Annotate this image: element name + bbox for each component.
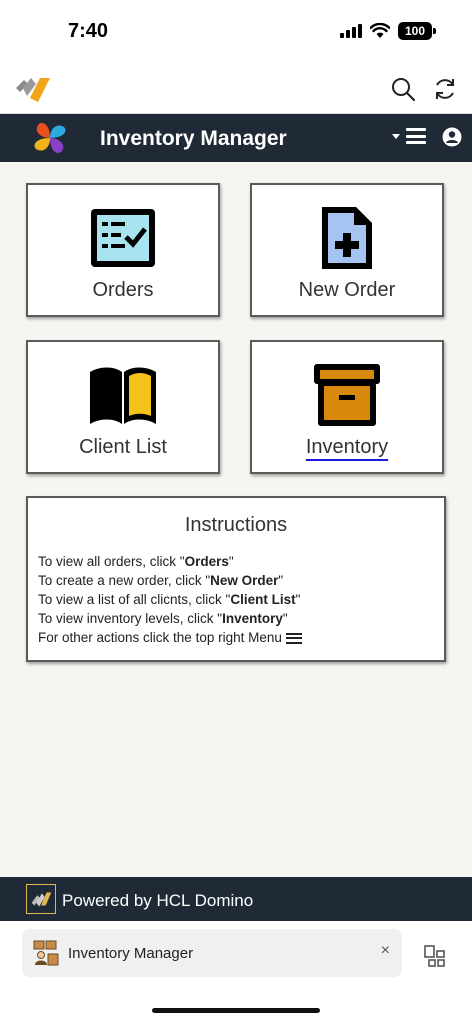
inventory-tile[interactable]: Inventory — [250, 340, 444, 474]
new-document-icon — [322, 207, 372, 269]
volt-app-logo-icon — [34, 122, 66, 154]
home-indicator[interactable] — [152, 1008, 320, 1013]
battery-icon: 100 — [398, 22, 436, 40]
instructions-title: Instructions — [184, 514, 288, 536]
clipboard-checklist-icon — [91, 209, 155, 267]
hcl-domino-logo-icon — [26, 884, 56, 914]
orders-tile[interactable]: Orders — [26, 183, 220, 317]
instruction-line: To create a new order, click "New Order" — [38, 573, 284, 588]
search-icon[interactable] — [390, 76, 416, 102]
app-navbar: Inventory Manager — [0, 114, 472, 162]
domino-nomad-logo-icon — [16, 78, 50, 102]
new-order-tile[interactable]: New Order — [250, 183, 444, 317]
cellular-signal-icon — [340, 24, 362, 38]
tab-switcher-icon[interactable] — [424, 945, 446, 967]
instructions-panel: Instructions To view all orders, click "… — [26, 496, 446, 662]
footer-bar: Powered by HCL Domino — [0, 877, 472, 921]
inventory-label: Inventory — [305, 436, 389, 458]
orders-label: Orders — [92, 279, 154, 301]
instruction-line: To view all orders, click "Orders" — [38, 554, 234, 569]
instruction-line: To view inventory levels, click "Invento… — [38, 611, 288, 626]
footer-text: Powered by HCL Domino — [62, 891, 254, 910]
open-app-tab[interactable]: Inventory Manager × — [22, 929, 402, 977]
instruction-line: To view a list of all clicnts, click "Cl… — [38, 592, 301, 607]
close-icon[interactable]: × — [381, 942, 390, 960]
hamburger-menu-icon[interactable] — [392, 128, 426, 144]
instruction-line: For other actions click the top right Me… — [38, 628, 302, 647]
wifi-icon — [370, 23, 390, 38]
client-list-label: Client List — [79, 436, 167, 458]
client-list-tile[interactable]: Client List — [26, 340, 220, 474]
bottom-tab-area: Inventory Manager × — [0, 921, 472, 1024]
status-bar: 7:40 100 — [0, 0, 472, 64]
user-icon[interactable] — [442, 127, 462, 147]
tab-title: Inventory Manager — [68, 945, 194, 962]
menu-icon — [285, 632, 302, 644]
archive-box-icon — [314, 364, 380, 426]
status-time: 7:40 — [68, 20, 109, 42]
main-content: Orders New Order Client List Inventory I… — [0, 162, 472, 877]
inventory-app-icon — [33, 940, 59, 966]
new-order-label: New Order — [298, 279, 396, 301]
status-indicators: 100 — [340, 22, 436, 40]
page-title: Inventory Manager — [100, 127, 287, 150]
instructions-list: To view all orders, click "Orders" To cr… — [38, 552, 302, 647]
refresh-icon[interactable] — [432, 76, 458, 102]
app-bar — [0, 64, 472, 114]
caret-down-icon — [392, 133, 400, 139]
open-book-icon — [90, 367, 156, 424]
